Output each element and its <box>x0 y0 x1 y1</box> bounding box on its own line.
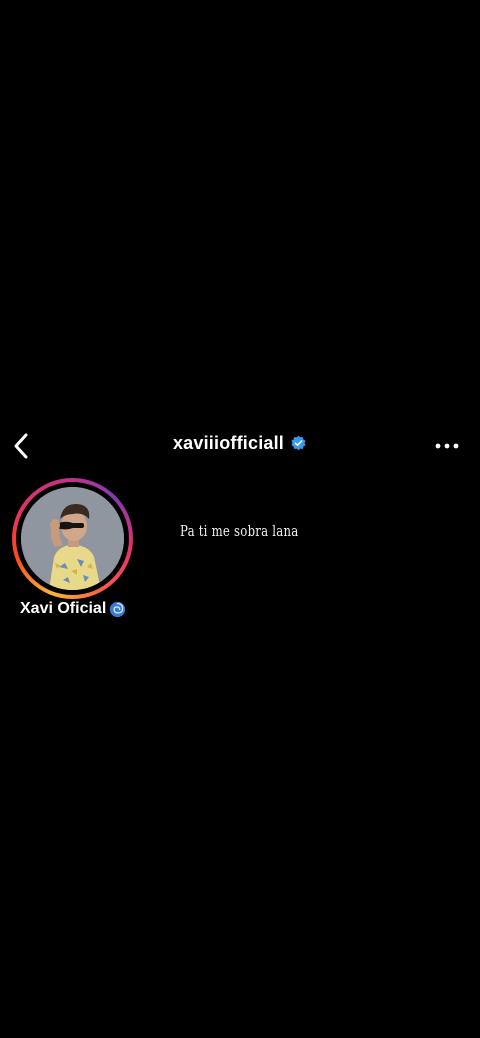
display-name-text: Xavi Oficial <box>20 600 107 617</box>
verified-badge-icon <box>291 435 306 451</box>
more-options-button[interactable] <box>432 433 462 459</box>
cyclone-emoji-icon <box>110 601 126 617</box>
story-ring-avatar[interactable] <box>12 478 133 599</box>
more-horizontal-icon <box>435 443 459 449</box>
profile-header: xaviiiofficiall <box>0 425 480 467</box>
header-title-group: xaviiiofficiall <box>0 433 480 454</box>
story-caption: Pa ti me sobra lana <box>180 522 299 540</box>
username-title[interactable]: xaviiiofficiall <box>173 433 284 454</box>
avatar <box>21 487 124 590</box>
profile-display-name[interactable]: Xavi Oficial <box>20 600 126 618</box>
